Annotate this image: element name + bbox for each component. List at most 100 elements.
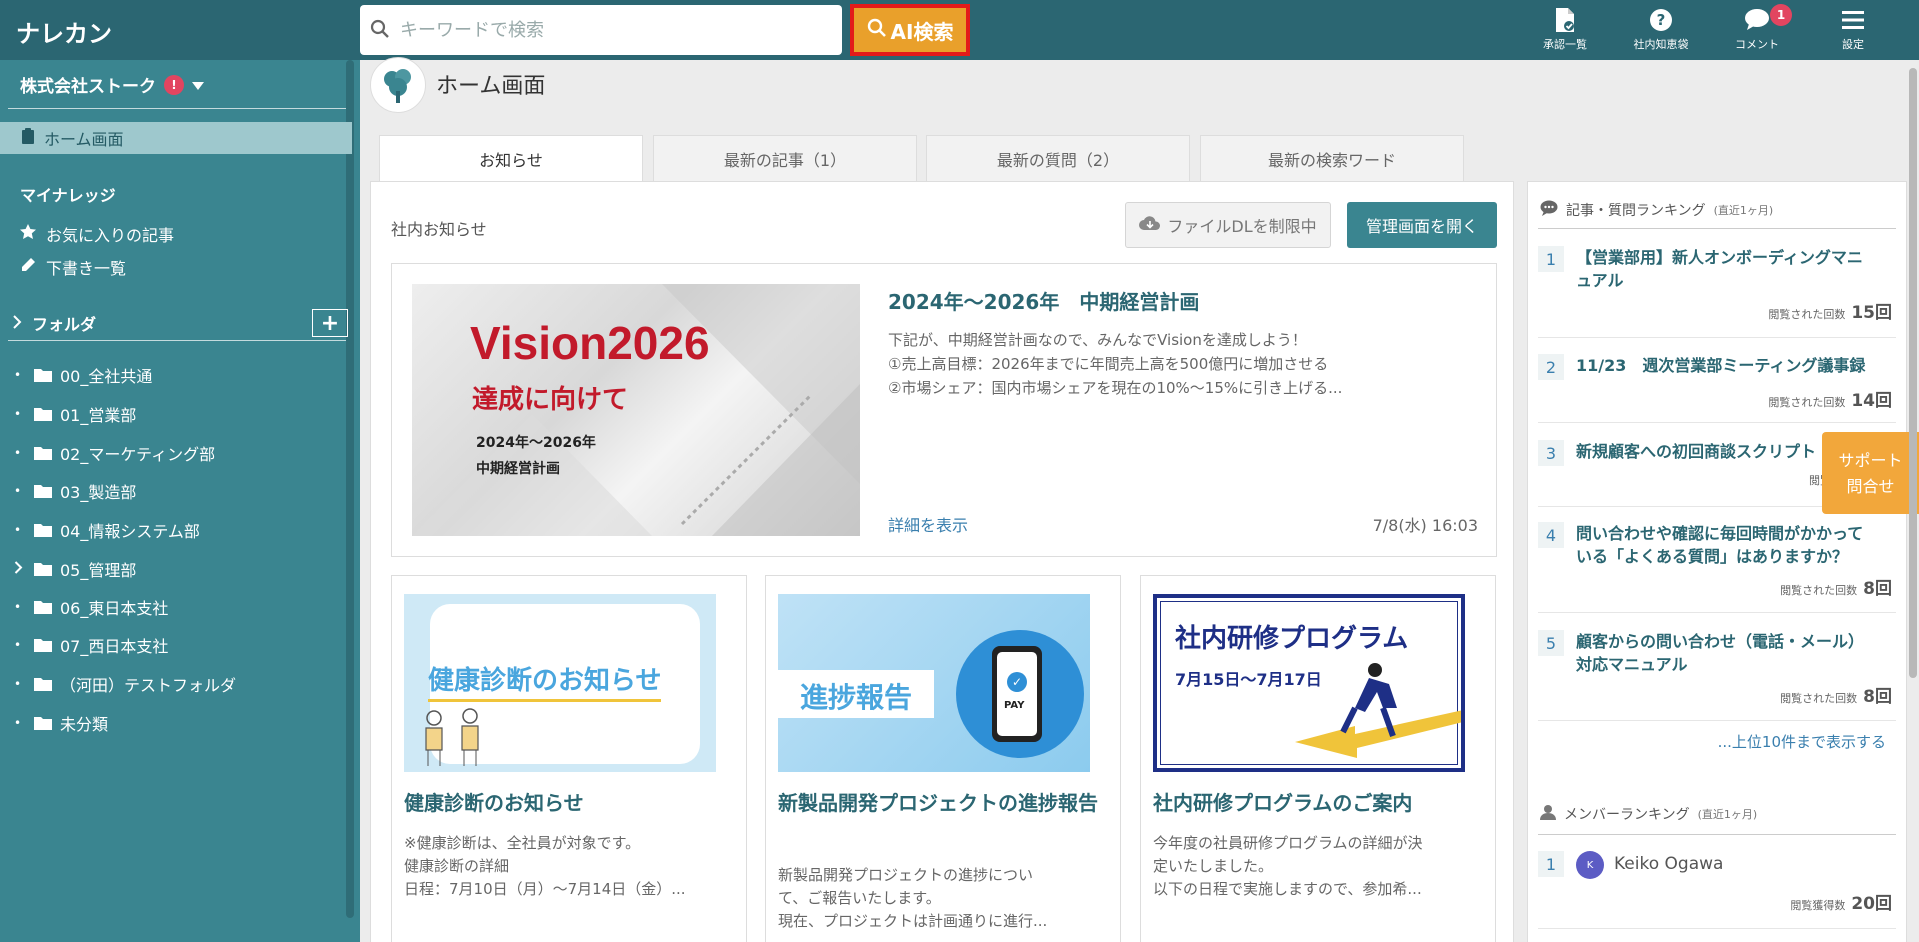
sidebar-item-home[interactable]: ホーム画面 bbox=[0, 122, 352, 154]
search-box[interactable] bbox=[360, 5, 842, 55]
ranking-item-title[interactable]: 問い合わせや確認に毎回時間がかかって いる「よくある質問」はありますか？ bbox=[1576, 522, 1894, 568]
notice-card-excerpt: 今年度の社員研修プログラムの詳細が決 定いたしました。 以下の日程で実施しますの… bbox=[1153, 832, 1483, 901]
folder-header[interactable]: フォルダ + bbox=[12, 308, 348, 338]
bullet-icon: • bbox=[14, 368, 22, 382]
excerpt-line: 定いたしました。 bbox=[1153, 857, 1274, 875]
nav-approvals[interactable]: 承認一覧 bbox=[1525, 6, 1605, 56]
support-line1: サポート bbox=[1838, 451, 1903, 470]
nav-settings[interactable]: 設定 bbox=[1813, 6, 1893, 56]
nav-comments[interactable]: コメント 1 bbox=[1717, 4, 1797, 56]
view-details-link[interactable]: 詳細を表示 bbox=[888, 512, 968, 536]
tab-latest-articles[interactable]: 最新の記事（1） bbox=[653, 135, 917, 181]
notice-card-progress-report[interactable]: 進捗報告 ✓ PAY 新製品開発プロジェクトの進捗報告 新製品開発プロジェクトの… bbox=[765, 575, 1121, 942]
folder-item[interactable]: • 00_全社共通 bbox=[14, 362, 152, 388]
sidebar-item-favorites[interactable]: お気に入りの記事 bbox=[20, 222, 174, 246]
member-ranking-item[interactable]: 1 K Keiko Ogawa 閲覧獲得数 20回 bbox=[1538, 851, 1896, 921]
member-points: 閲覧獲得数 20回 bbox=[1790, 889, 1892, 914]
member-ranking-header: メンバーランキング (直近1ヶ月) bbox=[1540, 804, 1757, 824]
chevron-right-icon[interactable] bbox=[14, 561, 28, 577]
folder-item[interactable]: • 03_製造部 bbox=[14, 478, 136, 504]
folder-item-label: 06_東日本支社 bbox=[60, 599, 169, 618]
folder-item[interactable]: 05_管理部 bbox=[14, 556, 136, 582]
search-icon bbox=[370, 19, 390, 43]
bullet-icon: • bbox=[14, 407, 22, 421]
folder-item[interactable]: • 02_マーケティング部 bbox=[14, 440, 215, 466]
folder-icon bbox=[34, 562, 52, 576]
featured-notice-title[interactable]: 2024年〜2026年 中期経営計画 bbox=[888, 286, 1199, 315]
views-label: 閲覧された回数 bbox=[1768, 396, 1846, 409]
views-count: 15回 bbox=[1851, 303, 1892, 323]
notice-card-health-check[interactable]: 健康診断のお知らせ 健康診断のお知らせ ※健康診断は、全社員が対象です。 健康診… bbox=[391, 575, 747, 942]
support-contact-button[interactable]: サポート 問合せ bbox=[1822, 432, 1919, 514]
open-admin-button[interactable]: 管理画面を開く bbox=[1347, 202, 1497, 248]
ranking-item[interactable]: 4 問い合わせや確認に毎回時間がかかって いる「よくある質問」はありますか？ 閲… bbox=[1538, 522, 1896, 602]
featured-image-line2: 中期経営計画 bbox=[476, 461, 560, 477]
sidebar: 株式会社ストーク ! ホーム画面 マイナレッジ お気に入りの記事 下書き一覧 フ… bbox=[0, 60, 360, 942]
featured-notice-image: Vision2026 達成に向けて 2024年〜2026年 中期経営計画 bbox=[412, 284, 860, 536]
folder-item[interactable]: • 04_情報システム部 bbox=[14, 517, 200, 543]
ranking-number: 2 bbox=[1538, 354, 1564, 380]
folder-item-label: 02_マーケティング部 bbox=[60, 445, 216, 464]
ranking-item-title[interactable]: 【営業部用】新人オンボーディングマニ ュアル bbox=[1576, 246, 1894, 292]
main-scrollbar[interactable] bbox=[1909, 68, 1917, 678]
nav-internal-qa[interactable]: ? 社内知恵袋 bbox=[1621, 6, 1701, 56]
member-name[interactable]: Keiko Ogawa bbox=[1614, 854, 1723, 874]
folder-icon bbox=[34, 368, 52, 382]
search-input[interactable] bbox=[400, 15, 830, 45]
folder-item[interactable]: • 07_西日本支社 bbox=[14, 632, 168, 658]
ai-search-button[interactable]: AI検索 bbox=[850, 4, 970, 56]
sidebar-item-home-label: ホーム画面 bbox=[44, 130, 124, 149]
ranking-separator bbox=[1538, 928, 1896, 929]
pay-label: PAY bbox=[1004, 700, 1025, 711]
show-top-10-link[interactable]: ...上位10件まで表示する bbox=[1718, 731, 1886, 752]
comment-count-badge: 1 bbox=[1770, 4, 1792, 26]
ranking-item-title[interactable]: 顧客からの問い合わせ（電話・メール） 対応マニュアル bbox=[1576, 630, 1894, 676]
ranking-item-title[interactable]: 11/23 週次営業部ミーティング議事録 bbox=[1576, 354, 1894, 377]
folder-icon bbox=[34, 716, 52, 730]
company-name: 株式会社ストーク bbox=[20, 77, 156, 97]
notice-card-training-program[interactable]: 社内研修プログラム 7月15日〜7月17日 社内研修プログラムのご案内 今年度の… bbox=[1140, 575, 1496, 942]
tab-latest-search-words[interactable]: 最新の検索ワード bbox=[1200, 135, 1464, 181]
article-ranking-header: 記事・質問ランキング (直近1ヶ月) bbox=[1540, 200, 1773, 220]
company-selector[interactable]: 株式会社ストーク ! bbox=[20, 72, 204, 97]
featured-notice-card[interactable]: Vision2026 達成に向けて 2024年〜2026年 中期経営計画 202… bbox=[391, 263, 1497, 557]
views-count: 8回 bbox=[1863, 687, 1892, 707]
health-check-image: 健康診断のお知らせ bbox=[404, 594, 716, 772]
folder-icon bbox=[34, 446, 52, 460]
ranking-item[interactable]: 2 11/23 週次営業部ミーティング議事録 閲覧された回数 14回 bbox=[1538, 354, 1896, 414]
ranking-separator bbox=[1538, 422, 1896, 423]
notice-card-title[interactable]: 新製品開発プロジェクトの進捗報告 bbox=[778, 788, 1108, 818]
pencil-icon bbox=[20, 257, 36, 277]
training-program-image-text: 社内研修プログラム bbox=[1175, 624, 1409, 654]
add-folder-button[interactable]: + bbox=[312, 309, 348, 337]
tab-notices[interactable]: お知らせ bbox=[379, 135, 643, 182]
ranking-item[interactable]: 1 【営業部用】新人オンボーディングマニ ュアル 閲覧された回数 15回 bbox=[1538, 246, 1896, 326]
excerpt-line: て、ご報告いたします。 bbox=[778, 889, 941, 907]
folder-item[interactable]: • （河田）テストフォルダ bbox=[14, 671, 236, 697]
folder-icon bbox=[34, 600, 52, 614]
ranking-views: 閲覧された回数 8回 bbox=[1780, 682, 1892, 707]
file-download-restricted-button[interactable]: ファイルDLを制限中 bbox=[1125, 202, 1331, 248]
ranking-views: 閲覧された回数 15回 bbox=[1768, 298, 1892, 323]
app-logo[interactable]: ナレカン bbox=[16, 14, 112, 49]
sidebar-scrollbar[interactable] bbox=[346, 60, 354, 918]
tab-latest-questions[interactable]: 最新の質問（2） bbox=[926, 135, 1190, 181]
nav-approvals-label: 承認一覧 bbox=[1543, 38, 1587, 51]
notice-card-title[interactable]: 健康診断のお知らせ bbox=[404, 788, 734, 818]
pay-check-icon: ✓ bbox=[1007, 672, 1027, 692]
folder-item[interactable]: • 未分類 bbox=[14, 710, 108, 736]
folder-item-label: 01_営業部 bbox=[60, 406, 137, 425]
ranking-item[interactable]: 5 顧客からの問い合わせ（電話・メール） 対応マニュアル 閲覧された回数 8回 bbox=[1538, 630, 1896, 710]
ranking-panel: 記事・質問ランキング (直近1ヶ月) 1 【営業部用】新人オンボーディングマニ … bbox=[1527, 181, 1907, 942]
ranking-number: 1 bbox=[1538, 851, 1564, 877]
svg-text:?: ? bbox=[1657, 11, 1666, 29]
sidebar-divider bbox=[8, 108, 346, 109]
cloud-download-icon bbox=[1139, 215, 1161, 235]
sidebar-item-favorites-label: お気に入りの記事 bbox=[46, 226, 175, 245]
notice-card-title[interactable]: 社内研修プログラムのご案内 bbox=[1153, 788, 1483, 818]
folder-item[interactable]: • 01_営業部 bbox=[14, 401, 136, 427]
ranking-divider bbox=[1538, 228, 1896, 229]
excerpt-line: ①売上高目標：2026年までに年間売上高を500億円に増加させる bbox=[888, 355, 1329, 373]
folder-item[interactable]: • 06_東日本支社 bbox=[14, 594, 168, 620]
sidebar-item-drafts[interactable]: 下書き一覧 bbox=[20, 255, 126, 279]
